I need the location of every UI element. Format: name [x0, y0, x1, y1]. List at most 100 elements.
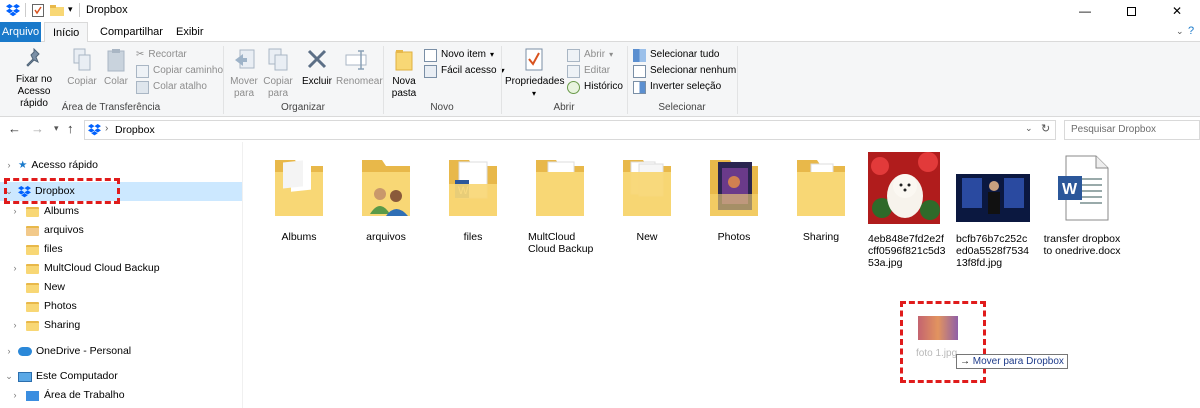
history-icon	[567, 80, 580, 94]
move-to-button[interactable]: Mover para	[228, 48, 260, 100]
address-bar[interactable]: › Dropbox ⌄ ↻	[84, 120, 1056, 140]
tab-arquivo[interactable]: Arquivo	[0, 22, 41, 42]
chevron-right-icon[interactable]: ›	[10, 202, 20, 221]
open-button[interactable]: Abrir ▾	[567, 47, 623, 63]
nav-photos[interactable]: Photos	[26, 297, 77, 316]
file-item[interactable]: MultCloud Cloud Backup	[522, 154, 598, 255]
close-button[interactable]: ✕	[1154, 0, 1200, 22]
folder-icon	[26, 282, 39, 293]
new-folder-button[interactable]: Nova pasta	[388, 48, 420, 100]
file-item[interactable]: W transfer dropbox to onedrive.docx	[1042, 152, 1122, 257]
chevron-right-icon[interactable]: ›	[10, 259, 20, 278]
paste-button[interactable]: Colar	[100, 48, 132, 88]
file-item[interactable]: W files	[435, 154, 511, 243]
file-item[interactable]: New	[609, 154, 685, 243]
new-folder-qat-icon[interactable]	[50, 5, 64, 16]
nav-albums[interactable]: › Albums	[10, 202, 80, 221]
minimize-button[interactable]: —	[1062, 0, 1108, 22]
chevron-right-icon[interactable]: ›	[10, 316, 20, 335]
breadcrumb-chevron-icon[interactable]: ›	[105, 123, 108, 134]
cut-button[interactable]: ✂ Recortar	[136, 47, 223, 63]
folder-icon	[797, 160, 845, 216]
chevron-down-icon[interactable]: ⌄	[4, 367, 14, 386]
up-button[interactable]: ↑	[67, 121, 74, 136]
folder-icon: W	[449, 160, 497, 216]
search-input[interactable]: Pesquisar Dropbox	[1064, 120, 1200, 140]
file-view: Albums arquivos W files MultCloud Cloud …	[252, 150, 1192, 408]
file-name: New	[636, 231, 658, 243]
file-item[interactable]: arquivos	[348, 154, 424, 243]
dragged-image-thumbnail[interactable]	[918, 316, 958, 340]
image-thumbnail	[956, 174, 1030, 222]
paste-shortcut-icon	[136, 80, 149, 94]
nav-arquivos[interactable]: arquivos	[26, 221, 84, 240]
chevron-right-icon[interactable]: ›	[10, 386, 20, 405]
ribbon-expand-icon[interactable]: ⌄	[1176, 26, 1184, 37]
ribbon: Fixar no Acesso rápido Copiar Colar ✂ Rec…	[0, 42, 1200, 117]
pin-quick-access-button[interactable]: Fixar no Acesso rápido	[4, 48, 64, 110]
file-item[interactable]: Sharing	[783, 154, 859, 243]
easy-access-button[interactable]: Fácil acesso ▾	[424, 63, 505, 79]
drag-tooltip: → Mover para Dropbox	[956, 354, 1068, 369]
nav-quick-access[interactable]: › ★ Acesso rápido	[4, 156, 240, 175]
maximize-button[interactable]	[1108, 0, 1154, 22]
file-item[interactable]: bcfb76b7c252ced0a5528f753413f8fd.jpg	[956, 152, 1034, 269]
nav-multcloud[interactable]: › MultCloud Cloud Backup	[10, 259, 160, 278]
chevron-right-icon[interactable]: ›	[4, 342, 14, 361]
history-button[interactable]: Histórico	[567, 79, 623, 95]
file-item[interactable]: Albums	[261, 154, 337, 243]
file-item[interactable]: 4eb848e7fd2e2fcff0596f821c5d353a.jpg	[868, 152, 948, 269]
copy-button[interactable]: Copiar	[66, 48, 98, 88]
folder-icon	[275, 160, 323, 216]
copy-path-button[interactable]: Copiar caminho	[136, 63, 223, 79]
copy-to-icon	[268, 48, 288, 71]
chevron-right-icon[interactable]: ›	[4, 156, 14, 175]
paste-shortcut-button[interactable]: Colar atalho	[136, 79, 223, 95]
recent-locations-icon[interactable]: ▾	[54, 123, 59, 134]
edit-button[interactable]: Editar	[567, 63, 623, 79]
folder-icon	[26, 301, 39, 312]
qat-dropdown-icon[interactable]: ▾	[68, 4, 73, 15]
invert-selection-icon	[633, 80, 646, 94]
back-button[interactable]: ←	[8, 121, 21, 136]
nav-this-pc[interactable]: ⌄ Este Computador	[4, 367, 118, 386]
copy-path-icon	[136, 64, 149, 78]
file-name: MultCloud Cloud Backup	[528, 231, 594, 255]
delete-icon	[307, 49, 327, 69]
refresh-icon[interactable]: ↻	[1041, 122, 1050, 135]
open-small-commands: Abrir ▾ Editar Histórico	[567, 47, 623, 95]
nav-files[interactable]: files	[26, 240, 63, 259]
breadcrumb-dropbox[interactable]: Dropbox	[115, 124, 155, 136]
clipboard-group-label: Área de Transferência	[61, 102, 161, 113]
select-all-button[interactable]: Selecionar tudo	[633, 47, 736, 63]
new-item-icon	[424, 48, 437, 62]
paste-shortcut-label: Colar atalho	[153, 81, 207, 92]
address-dropdown-icon[interactable]: ⌄	[1025, 123, 1033, 134]
forward-button[interactable]: →	[31, 121, 44, 136]
annotation-highlight-box	[4, 178, 120, 204]
nav-new[interactable]: New	[26, 278, 65, 297]
minimize-icon: —	[1079, 4, 1091, 18]
help-icon[interactable]: ?	[1188, 25, 1194, 37]
tab-compartilhar[interactable]: Compartilhar	[92, 22, 171, 42]
delete-button[interactable]: Excluir	[300, 48, 334, 88]
shared-folder-icon	[26, 225, 39, 236]
open-icon	[567, 48, 580, 62]
copy-to-button[interactable]: Copiar para	[262, 48, 294, 100]
file-name: arquivos	[366, 231, 406, 243]
file-item[interactable]: Photos	[696, 154, 772, 243]
onedrive-icon	[18, 347, 32, 356]
nav-onedrive[interactable]: › OneDrive - Personal	[4, 342, 132, 361]
rename-button[interactable]: Renomear	[336, 48, 383, 88]
pin-icon	[26, 48, 40, 67]
properties-button[interactable]: Propriedades ▾	[505, 48, 564, 100]
tab-inicio[interactable]: Início	[44, 22, 89, 42]
tab-exibir[interactable]: Exibir	[168, 22, 212, 42]
new-item-label: Novo item	[441, 49, 487, 60]
nav-desktop[interactable]: › Área de Trabalho	[10, 386, 125, 405]
invert-selection-button[interactable]: Inverter seleção	[633, 79, 736, 95]
properties-qat-icon[interactable]	[32, 4, 44, 17]
new-item-button[interactable]: Novo item ▾	[424, 47, 505, 63]
select-none-button[interactable]: Selecionar nenhum	[633, 63, 736, 79]
nav-sharing[interactable]: › Sharing	[10, 316, 81, 335]
